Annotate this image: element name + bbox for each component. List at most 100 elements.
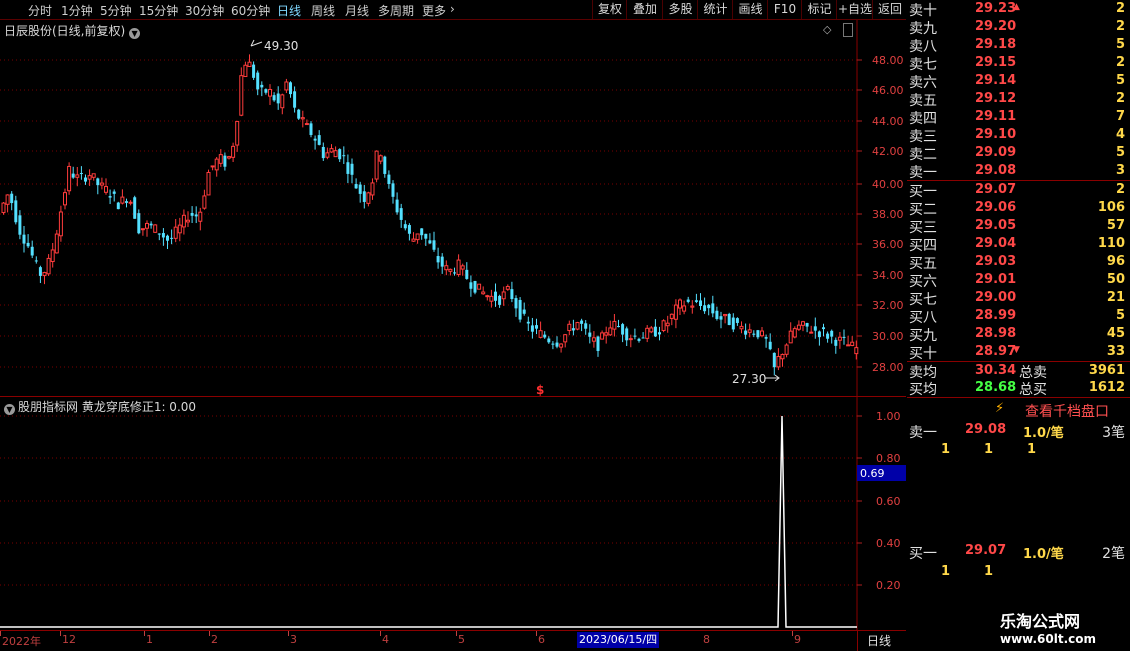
total-label: 总买 [1019,382,1047,398]
order-item: 1 [984,564,994,579]
ask-row[interactable]: 卖五 29.12 2 [907,90,1125,109]
bid-row[interactable]: 买一 29.07 2 [907,181,1125,200]
period-tab-10[interactable]: 更多 [422,2,446,19]
price-tick-label: 30.00 [872,330,904,343]
candle [235,120,240,152]
ask-row[interactable]: 卖十 29.23 2 ▲ [907,0,1125,19]
candle [108,189,112,205]
period-tab-3[interactable]: 15分钟 [139,2,178,19]
bid-row[interactable]: 买三 29.05 57 [907,217,1125,236]
period-tab-5[interactable]: 60分钟 [231,2,270,19]
candle [96,177,100,195]
date-tick [536,631,537,636]
candle [210,165,215,171]
level-volume: 110 [1097,236,1125,251]
candle [514,295,518,317]
period-tab-8[interactable]: 月线 [345,2,369,19]
bid-row[interactable]: 买七 29.00 21 [907,289,1125,308]
candle [669,313,674,326]
level-volume: 2 [1115,91,1125,106]
period-tab-4[interactable]: 30分钟 [185,2,224,19]
candle [79,166,83,180]
candle [588,324,592,344]
ask-row[interactable]: 卖七 29.15 2 [907,54,1125,73]
toolbar-button-4[interactable]: 画线 [732,0,768,19]
bid-row[interactable]: 买四 29.04 110 [907,235,1125,254]
period-tab-9[interactable]: 多周期 [378,2,414,19]
candle [444,260,449,276]
candle [14,195,18,225]
toolbar-button-0[interactable]: 复权 [592,0,627,19]
level-price: 28.97 [975,344,1017,359]
price-tick-label: 34.00 [872,269,904,282]
ask-row[interactable]: 卖八 29.18 5 [907,36,1125,55]
date-tick [288,631,289,636]
candle [75,166,80,187]
bid-row[interactable]: 买九 28.98 45 [907,325,1125,344]
candle [834,337,838,354]
candle [125,198,128,208]
level-label: 买五 [909,256,937,272]
chevron-right-icon[interactable]: › [450,2,455,16]
bid-row[interactable]: 买六 29.01 50 [907,271,1125,290]
period-tab-7[interactable]: 周线 [311,2,335,19]
level-price: 29.18 [975,37,1017,52]
order-item: 1 [941,442,951,457]
candle [206,169,211,196]
bid-row[interactable]: 买二 29.06 106 [907,199,1125,218]
period-tab-2[interactable]: 5分钟 [100,2,132,19]
toolbar-button-7[interactable]: +自选 [836,0,873,19]
bid-summary-row: 买均 28.68 总买 1612 [907,379,1125,398]
candle [772,352,776,376]
candle [329,144,334,153]
lightning-icon[interactable]: ⚡ [995,401,1004,416]
candle [494,283,497,307]
ask-row[interactable]: 卖三 29.10 4 [907,126,1125,145]
candle [460,263,465,276]
ask-row[interactable]: 卖二 29.09 5 [907,144,1125,163]
total-volume: 3961 [1088,363,1125,378]
period-tab-0[interactable]: 分时 [28,2,52,19]
level-volume: 3 [1115,163,1125,178]
level-label: 卖五 [909,93,937,109]
toolbar-button-1[interactable]: 叠加 [626,0,663,19]
bid-row[interactable]: 买八 28.99 5 [907,307,1125,326]
level-label: 买十 [909,346,937,362]
toolbar-button-6[interactable]: 标记 [801,0,837,19]
period-label: 日线 [867,634,892,648]
period-tab-1[interactable]: 1分钟 [61,2,93,19]
candle [42,271,47,285]
date-axis-label: 3 [290,633,297,646]
candle [87,169,92,186]
candle [22,226,26,253]
toolbar-button-3[interactable]: 统计 [697,0,733,19]
toolbar-button-5[interactable]: F10 [767,0,802,19]
bid-row[interactable]: 买十 28.97 33 ▼ [907,343,1125,362]
level-volume: 5 [1115,73,1125,88]
ask-row[interactable]: 卖九 29.20 2 [907,18,1125,37]
candle [826,331,830,343]
level-volume: 57 [1106,218,1125,233]
candle [625,326,629,346]
date-tick [60,631,61,636]
ask-row[interactable]: 卖四 29.11 7 [907,108,1125,127]
candle [186,211,190,228]
level-label: 买二 [909,202,937,218]
candle [690,300,695,314]
bid-row[interactable]: 买五 29.03 96 [907,253,1125,272]
period-tab-6[interactable]: 日线 [277,2,301,19]
toolbar-button-8[interactable]: 返回 [872,0,907,19]
level-price: 29.05 [975,218,1017,233]
candle [465,262,469,280]
level-label: 买七 [909,292,937,308]
candle [436,247,440,269]
level-price: 29.01 [975,272,1017,287]
view-thousand-level-button[interactable]: 查看千档盘口 [1025,401,1109,421]
ask-row[interactable]: 卖六 29.14 5 [907,72,1125,91]
ask-row[interactable]: 卖一 29.08 3 [907,162,1125,181]
candle [653,319,657,338]
candle [247,54,252,67]
level-price: 29.00 [975,290,1017,305]
toolbar-button-2[interactable]: 多股 [662,0,698,19]
candle [284,78,289,94]
